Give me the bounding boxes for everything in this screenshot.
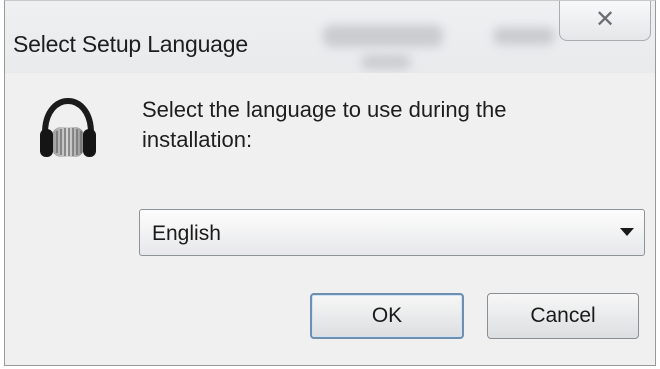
close-icon: ✕ [594,4,616,33]
window-title: Select Setup Language [13,31,248,57]
instruction-text: Select the language to use during the in… [142,97,507,152]
cancel-button[interactable]: Cancel [487,293,639,339]
language-dropdown-value: English [152,222,221,245]
ok-button[interactable]: OK [310,293,464,339]
blurred-title-region [361,55,411,69]
language-dropdown[interactable]: English [139,209,645,256]
blurred-title-region [493,27,555,45]
title-bar[interactable]: Select Setup Language ✕ [5,1,655,73]
dropdown-arrow-icon[interactable] [620,228,634,236]
blurred-title-region [323,25,443,47]
setup-language-dialog: Select Setup Language ✕ Select the langu… [4,0,656,366]
headphones-icon [40,97,96,157]
close-button[interactable]: ✕ [559,1,651,41]
